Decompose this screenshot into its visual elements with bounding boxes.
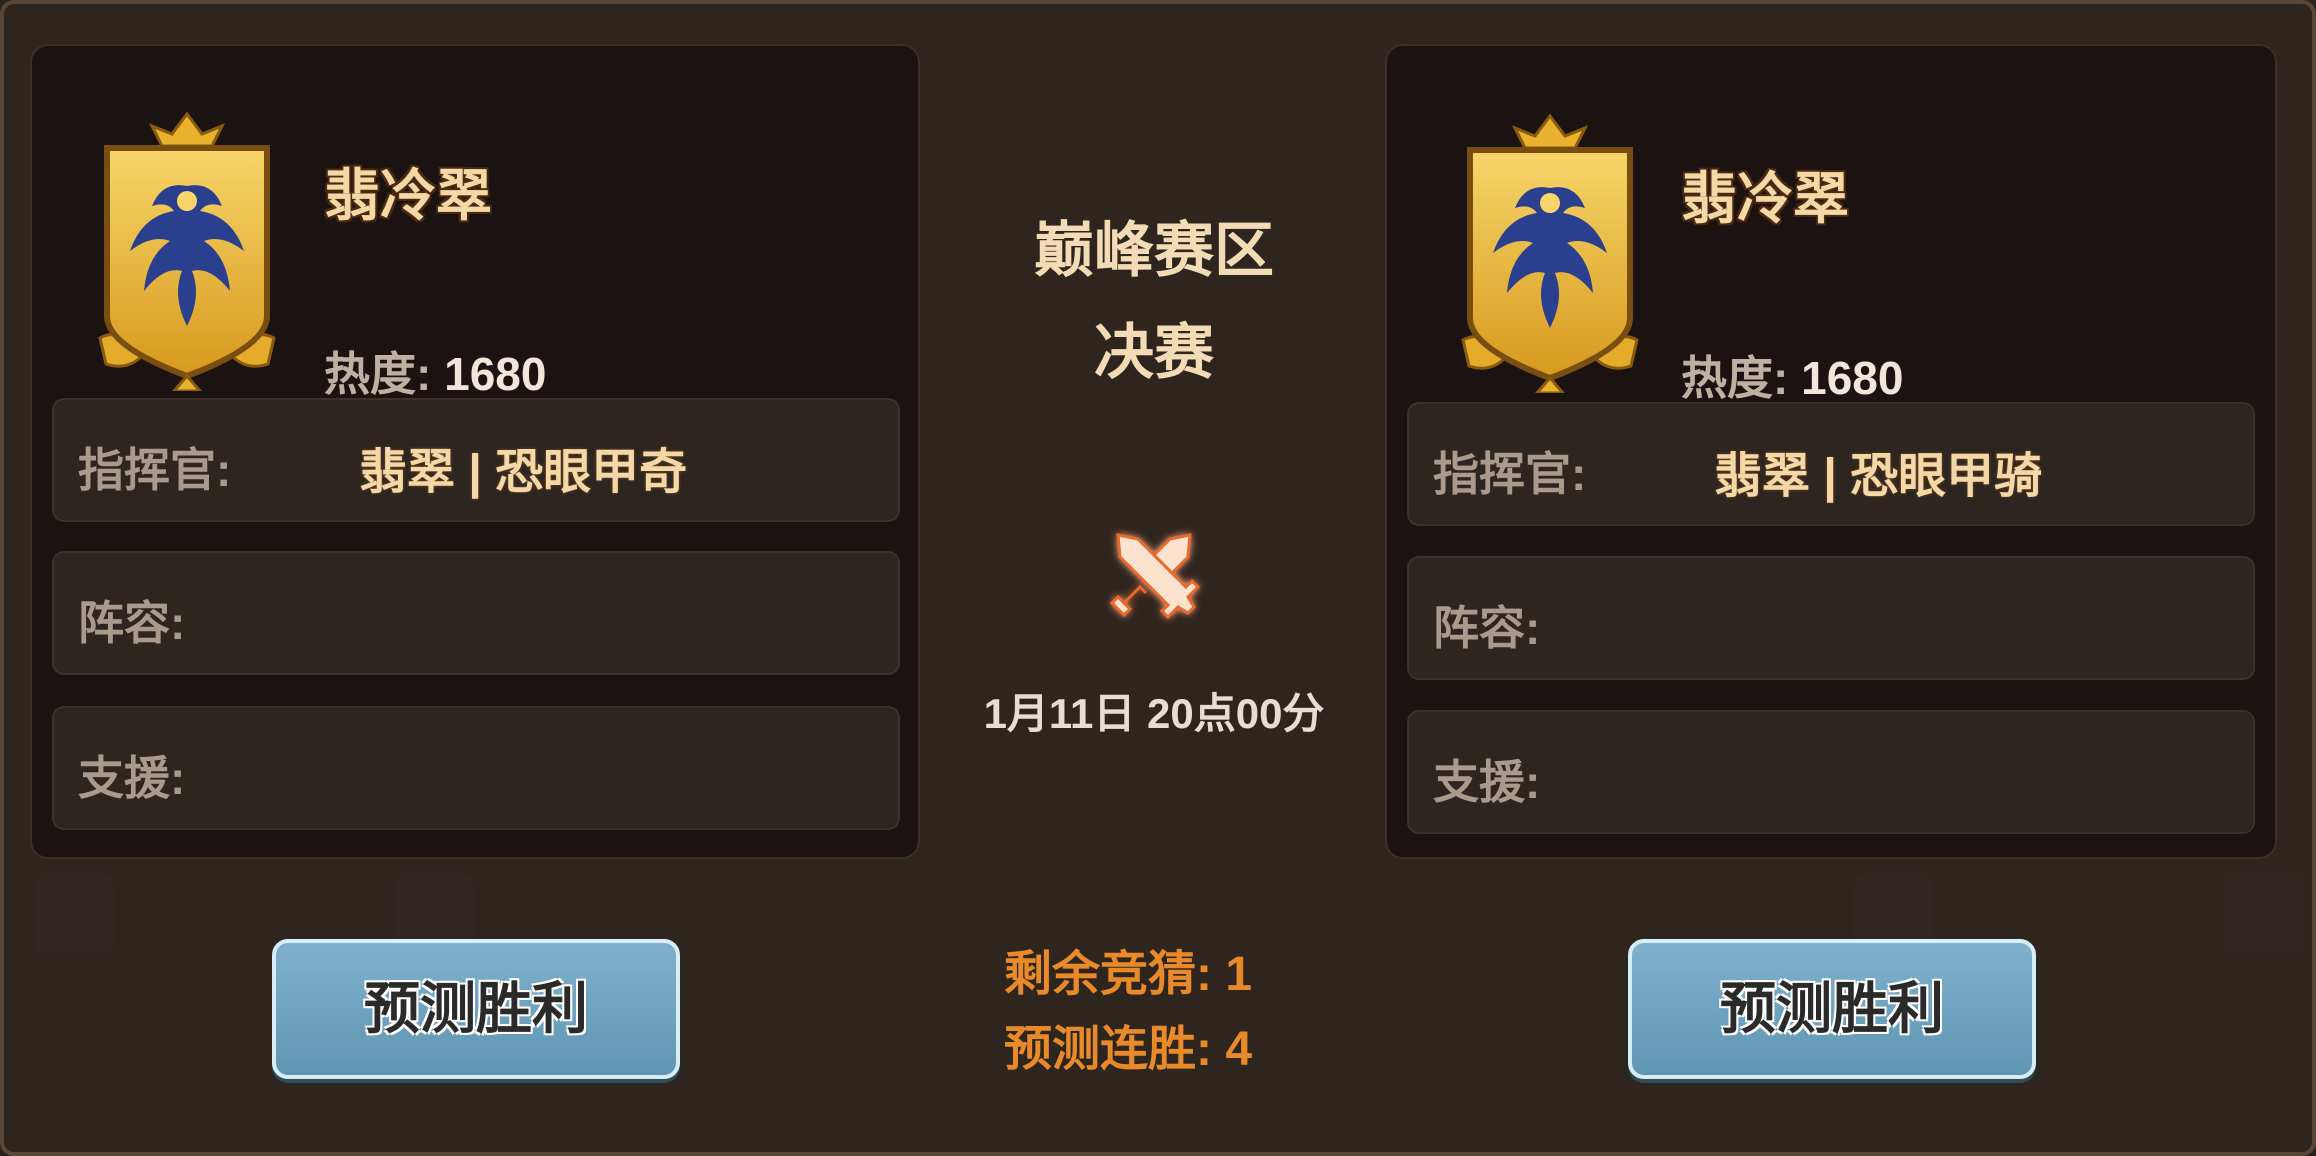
background-decor	[34, 874, 114, 954]
match-region: 巅峰赛区	[1034, 217, 1274, 284]
phoenix-shield-emblem-icon	[98, 111, 276, 391]
heat-stat: 热度: 1680	[1681, 342, 1903, 408]
commander-value: 翡翠 | 恐眼甲骑	[1714, 450, 2043, 503]
heat-value: 1680	[1801, 352, 1904, 404]
match-stage: 决赛	[1094, 319, 1214, 386]
win-streak: 预测连胜: 4	[1004, 1009, 1324, 1079]
heat-stat: 热度: 1680	[324, 338, 546, 404]
left-team-panel: 翡冷翠 热度: 1680 指挥官: 翡翠 | 恐眼甲奇 阵容: 支援:	[30, 44, 920, 859]
predict-left-win-button[interactable]: 预测胜利	[272, 939, 680, 1079]
heat-value: 1680	[444, 348, 547, 400]
support-label: 支援:	[78, 752, 186, 804]
commander-row: 指挥官: 翡翠 | 恐眼甲骑	[1407, 402, 2255, 526]
phoenix-shield-emblem-icon	[1461, 113, 1639, 393]
commander-value: 翡翠 | 恐眼甲奇	[359, 446, 688, 499]
right-team-panel: 翡冷翠 热度: 1680 指挥官: 翡翠 | 恐眼甲骑 阵容: 支援:	[1385, 44, 2277, 859]
team-name: 翡冷翠	[324, 164, 492, 227]
remaining-label: 剩余竞猜:	[1004, 948, 1212, 1001]
background-decor	[2224, 874, 2304, 954]
crossed-swords-icon	[1109, 533, 1201, 620]
team-name: 翡冷翠	[1681, 167, 1849, 230]
lineup-label: 阵容:	[1433, 602, 1541, 654]
heat-label: 热度:	[324, 348, 432, 400]
commander-row: 指挥官: 翡翠 | 恐眼甲奇	[52, 398, 900, 522]
heat-label: 热度:	[1681, 352, 1789, 404]
lineup-label: 阵容:	[78, 597, 186, 649]
commander-label: 指挥官:	[78, 444, 232, 496]
remaining-guesses: 剩余竞猜: 1	[1004, 934, 1324, 1004]
support-label: 支援:	[1433, 756, 1541, 808]
match-datetime: 1月11日 20点00分	[983, 690, 1325, 737]
match-card-frame: 翡冷翠 热度: 1680 指挥官: 翡翠 | 恐眼甲奇 阵容: 支援: 翡冷翠 …	[0, 0, 2316, 1156]
streak-value: 4	[1225, 1023, 1253, 1076]
support-row: 支援:	[52, 706, 900, 830]
commander-label: 指挥官:	[1433, 448, 1587, 500]
remaining-value: 1	[1225, 948, 1253, 1001]
support-row: 支援:	[1407, 710, 2255, 834]
lineup-row: 阵容:	[1407, 556, 2255, 680]
streak-label: 预测连胜:	[1004, 1023, 1212, 1076]
predict-right-win-button[interactable]: 预测胜利	[1628, 939, 2036, 1079]
lineup-row: 阵容:	[52, 551, 900, 675]
